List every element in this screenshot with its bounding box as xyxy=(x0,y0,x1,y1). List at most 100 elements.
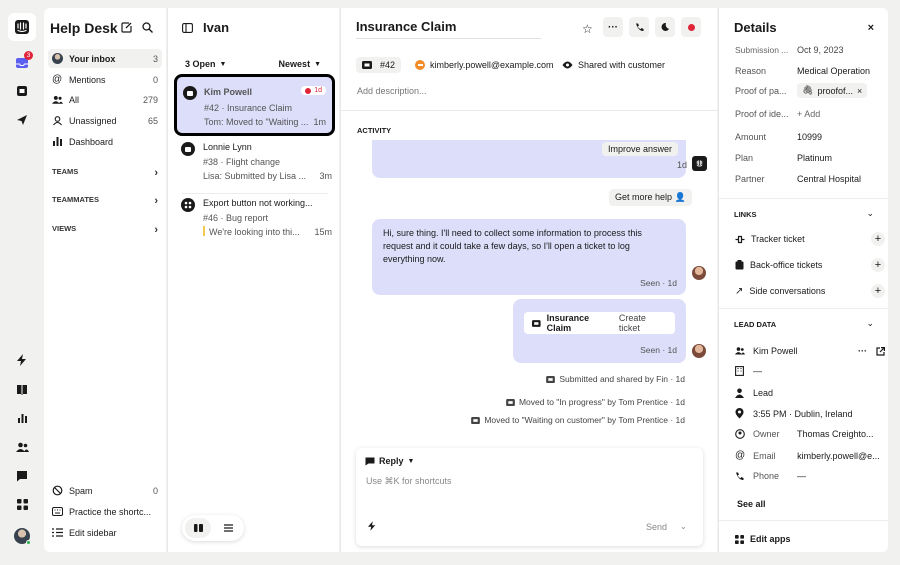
close-icon[interactable]: × xyxy=(868,22,874,34)
section-teammates[interactable]: TEAMMATES › xyxy=(52,195,158,207)
chevron-down-icon[interactable]: ⌄ xyxy=(866,318,874,329)
add-icon[interactable]: + xyxy=(871,284,885,298)
more-icon[interactable]: ··· xyxy=(603,17,623,37)
compose-icon[interactable] xyxy=(121,22,132,33)
reports-icon[interactable] xyxy=(8,404,36,432)
lead-company[interactable]: — xyxy=(753,366,762,376)
list-item[interactable]: Lonnie Lynn #38 · Flight change Lisa: Su… xyxy=(176,139,332,185)
link-back-office[interactable]: Back-office tickets + xyxy=(735,258,885,272)
list-item[interactable]: Kim Powell 1d #42 · Insurance Claim Tom:… xyxy=(174,74,335,136)
edit-apps-button[interactable]: Edit apps xyxy=(735,534,791,544)
field-value[interactable]: Central Hospital xyxy=(797,174,885,184)
person-icon xyxy=(735,347,745,355)
list-item[interactable]: Export button not working... #46 · Bug r… xyxy=(176,195,332,245)
get-more-help-button[interactable]: Get more help 👤 xyxy=(609,189,692,206)
field-key: Email xyxy=(753,450,776,461)
field-value[interactable]: — xyxy=(797,471,885,481)
knowledge-book-icon[interactable] xyxy=(8,375,36,403)
search-icon[interactable] xyxy=(142,22,153,33)
field-value[interactable]: Oct 9, 2023 xyxy=(797,45,885,55)
tickets-icon[interactable] xyxy=(8,77,36,105)
remove-icon[interactable]: × xyxy=(857,86,862,96)
add-field-button[interactable]: + Add xyxy=(797,109,885,119)
external-link-icon[interactable] xyxy=(876,346,885,356)
sidebar-item-count: 65 xyxy=(147,115,158,126)
ticket-icon xyxy=(183,86,197,100)
field-value[interactable]: Platinum xyxy=(797,153,885,163)
close-ticket-icon[interactable] xyxy=(681,17,701,37)
description-input[interactable]: Add description... xyxy=(357,86,427,96)
chevron-down-icon[interactable]: ⌄ xyxy=(680,522,687,531)
requester-chip[interactable]: kimberly.powell@example.com xyxy=(415,60,554,70)
ticket-card-bubble: Insurance Claim Create ticket Seen · 1d xyxy=(513,299,686,363)
sidebar-item-mentions[interactable]: @ Mentions 0 xyxy=(48,70,162,89)
ticket-id-chip[interactable]: #42 xyxy=(356,57,402,73)
field-amount: Amount 10999 xyxy=(735,132,885,142)
sidebar-item-your-inbox[interactable]: Your inbox 3 xyxy=(48,49,162,68)
chevron-down-icon[interactable]: ⌄ xyxy=(866,208,874,219)
logo-icon[interactable] xyxy=(8,13,36,41)
sidebar-item-practice[interactable]: Practice the shortc... xyxy=(48,502,162,521)
field-value[interactable]: Medical Operation xyxy=(797,66,885,76)
link-tracker-ticket[interactable]: Tracker ticket + xyxy=(735,232,885,246)
lead-name[interactable]: Kim Powell xyxy=(753,346,858,356)
more-icon[interactable]: ··· xyxy=(858,346,867,356)
view-toggle xyxy=(182,515,244,541)
toggle-sidebar-icon[interactable] xyxy=(182,23,193,33)
ticket-title[interactable]: Insurance Claim xyxy=(356,19,456,34)
outbound-icon[interactable] xyxy=(8,106,36,134)
create-ticket-card[interactable]: Insurance Claim Create ticket xyxy=(524,312,675,334)
improve-answer-button[interactable]: Improve answer xyxy=(601,142,678,156)
conversation-time: 15m xyxy=(314,227,332,237)
apps-grid-icon[interactable] xyxy=(8,490,36,518)
field-value[interactable]: 10999 xyxy=(797,132,885,142)
sidebar-item-label: Mentions xyxy=(69,74,106,85)
status-filter-dropdown[interactable]: 3 Open ▼ xyxy=(185,59,226,69)
lead-company-row: — xyxy=(735,366,885,376)
links-heading[interactable]: LINKS xyxy=(734,210,757,219)
reply-mode-dropdown[interactable]: Reply ▼ xyxy=(365,456,414,466)
add-icon[interactable]: + xyxy=(871,232,885,246)
sidebar-item-spam[interactable]: Spam 0 xyxy=(48,481,162,500)
field-value[interactable]: Thomas Creighto... xyxy=(797,429,885,439)
reply-input[interactable]: Use ⌘K for shortcuts xyxy=(366,476,686,487)
add-icon[interactable]: + xyxy=(871,258,885,272)
sidebar-item-all[interactable]: All 279 xyxy=(48,90,162,109)
phone-icon[interactable] xyxy=(629,17,649,37)
field-key: Amount xyxy=(735,132,767,142)
lead-data-heading[interactable]: LEAD DATA xyxy=(734,320,776,329)
messages-icon[interactable] xyxy=(8,462,36,490)
lightning-icon[interactable] xyxy=(368,521,376,531)
field-value[interactable]: kimberly.powell@e... xyxy=(797,451,885,461)
field-key: Plan xyxy=(735,153,754,163)
contacts-icon[interactable] xyxy=(8,433,36,461)
see-all-link[interactable]: See all xyxy=(737,499,766,509)
lead-owner-row: Owner Thomas Creighto... xyxy=(735,429,885,439)
sidebar-item-unassigned[interactable]: Unassigned 65 xyxy=(48,111,162,130)
field-value: proofof... xyxy=(817,85,853,96)
section-teams[interactable]: TEAMS › xyxy=(52,167,158,179)
user-avatar[interactable] xyxy=(8,522,36,550)
star-icon[interactable]: ☆ xyxy=(582,22,593,36)
attachment-chip[interactable]: 🖇 proofof... × xyxy=(797,83,868,98)
section-label: TEAMMATES xyxy=(52,195,99,204)
lead-location: 3:55 PM · Dublin, Ireland xyxy=(753,408,853,419)
location-pin-icon xyxy=(735,408,744,419)
shared-label: Shared with customer xyxy=(578,60,666,70)
section-views[interactable]: VIEWS › xyxy=(52,224,158,236)
sort-dropdown[interactable]: Newest ▼ xyxy=(279,59,321,69)
send-button[interactable]: Send xyxy=(646,522,667,532)
lightning-icon[interactable] xyxy=(8,346,36,374)
sidebar-item-edit-sidebar[interactable]: Edit sidebar xyxy=(48,523,162,542)
inbox-icon[interactable]: 3 xyxy=(8,49,36,77)
ticket-icon xyxy=(471,416,481,424)
field-key: Proof of ide... xyxy=(735,109,789,119)
list-view-icon[interactable] xyxy=(215,518,241,538)
inbox-sidebar: Help Desk Your inbox 3 @ Mentions 0 All … xyxy=(44,8,166,552)
dashboard-icon xyxy=(53,137,62,146)
link-side-conversations[interactable]: ↗ Side conversations + xyxy=(735,284,885,298)
sidebar-item-dashboard[interactable]: Dashboard xyxy=(48,132,162,151)
snooze-icon[interactable] xyxy=(655,17,675,37)
list-icon xyxy=(52,528,63,537)
split-view-icon[interactable] xyxy=(185,518,211,538)
